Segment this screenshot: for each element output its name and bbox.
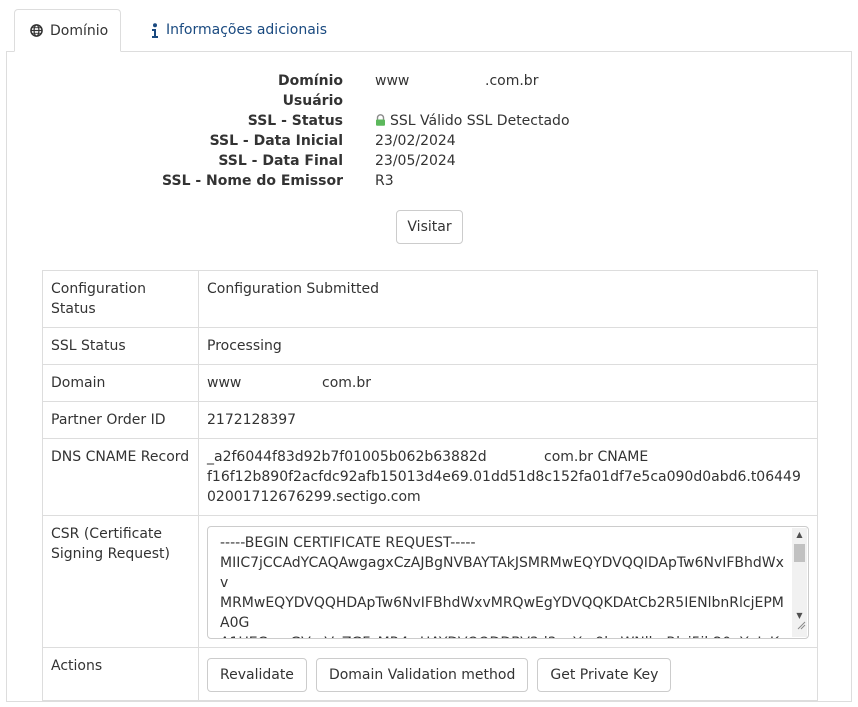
table-row: CSR (Certificate Signing Request) -----B… <box>42 515 818 648</box>
csr-label: CSR (Certificate Signing Request) <box>42 515 199 648</box>
dns-cname-value: _a2f6044f83d92b7f01005b062b63882d com.br… <box>198 438 818 516</box>
ssl-end-value: 23/05/2024 <box>375 153 456 169</box>
summary-row-ssl-start: SSL - Data Inicial 23/02/2024 <box>7 131 851 151</box>
config-status-label: Configuration Status <box>42 270 199 328</box>
table-row: DNS CNAME Record _a2f6044f83d92b7f01005b… <box>42 438 818 516</box>
ssl-status-text: SSL Válido SSL Detectado <box>390 113 570 129</box>
table-row: SSL Status Processing <box>42 327 818 365</box>
summary-row-ssl-issuer: SSL - Nome do Emissor R3 <box>7 171 851 191</box>
scroll-up-icon[interactable]: ▲ <box>792 528 807 542</box>
tab-bar: Domínio Informações adicionais <box>6 0 852 52</box>
visit-button[interactable]: Visitar <box>396 210 463 244</box>
table-row: Domain www com.br <box>42 364 818 402</box>
ssl-start-value: 23/02/2024 <box>375 133 456 149</box>
tab-dominio[interactable]: Domínio <box>14 9 121 52</box>
domain-value-suffix: .com.br <box>485 73 539 89</box>
partner-order-label: Partner Order ID <box>42 401 199 439</box>
summary-row-ssl-end: SSL - Data Final 23/05/2024 <box>7 151 851 171</box>
domain-value-prefix: www <box>375 73 410 89</box>
dns-cname-host: _a2f6044f83d92b7f01005b062b63882d <box>207 449 487 465</box>
domain-validation-method-button[interactable]: Domain Validation method <box>315 658 529 692</box>
ssl-issuer-value: R3 <box>375 173 394 189</box>
table-row: Actions Revalidate Domain Validation met… <box>42 647 818 701</box>
domain-row-label: Domain <box>42 364 199 402</box>
dns-cname-label: DNS CNAME Record <box>42 438 199 516</box>
resize-grip-icon[interactable] <box>797 616 806 636</box>
partner-order-value: 2172128397 <box>198 401 818 439</box>
table-row: Partner Order ID 2172128397 <box>42 401 818 439</box>
info-icon <box>151 22 159 38</box>
ssl-status-row-label: SSL Status <box>42 327 199 365</box>
ssl-issuer-label: SSL - Nome do Emissor <box>162 173 343 189</box>
actions-label: Actions <box>42 647 199 701</box>
tab-informacoes-adicionais[interactable]: Informações adicionais <box>136 9 342 51</box>
csr-cell: -----BEGIN CERTIFICATE REQUEST----- MIIC… <box>198 515 818 648</box>
domain-row-value: www com.br <box>198 364 818 402</box>
get-private-key-button[interactable]: Get Private Key <box>537 658 672 692</box>
scroll-thumb[interactable] <box>794 544 805 562</box>
config-status-value: Configuration Submitted <box>198 270 818 328</box>
lock-icon <box>375 112 386 132</box>
summary-row-domain: Domínio www .com.br <box>7 71 851 91</box>
domain-row-prefix: www <box>207 375 242 391</box>
ssl-status-row-value: Processing <box>198 327 818 365</box>
revalidate-button[interactable]: Revalidate <box>207 658 307 692</box>
dns-cname-target: f16f12b890f2acfdc92afb15013d4e69.01dd51d… <box>207 469 801 505</box>
ssl-status-label: SSL - Status <box>247 113 343 129</box>
domain-panel: Domínio www .com.br Usuário SSL - Status… <box>6 51 852 702</box>
csr-text: -----BEGIN CERTIFICATE REQUEST----- MIIC… <box>220 535 784 638</box>
ssl-end-label: SSL - Data Final <box>218 153 343 169</box>
summary-row-user: Usuário <box>7 91 851 111</box>
ssl-start-label: SSL - Data Inicial <box>209 133 343 149</box>
ssl-details-table: Configuration Status Configuration Submi… <box>42 270 818 701</box>
globe-icon <box>30 24 43 37</box>
actions-cell: Revalidate Domain Validation method Get … <box>198 647 818 701</box>
ssl-status-value: SSL Válido SSL Detectado <box>375 111 570 132</box>
summary-row-ssl-status: SSL - Status SSL Válido SSL Detectado <box>7 111 851 131</box>
tab-dominio-label: Domínio <box>50 22 109 39</box>
user-label: Usuário <box>282 93 343 109</box>
csr-textarea[interactable]: -----BEGIN CERTIFICATE REQUEST----- MIIC… <box>207 526 809 639</box>
tab-informacoes-label: Informações adicionais <box>166 22 327 38</box>
dns-cname-type: com.br CNAME <box>544 449 649 465</box>
domain-row-suffix: com.br <box>322 375 371 391</box>
domain-label: Domínio <box>277 73 343 89</box>
table-row: Configuration Status Configuration Submi… <box>42 270 818 328</box>
